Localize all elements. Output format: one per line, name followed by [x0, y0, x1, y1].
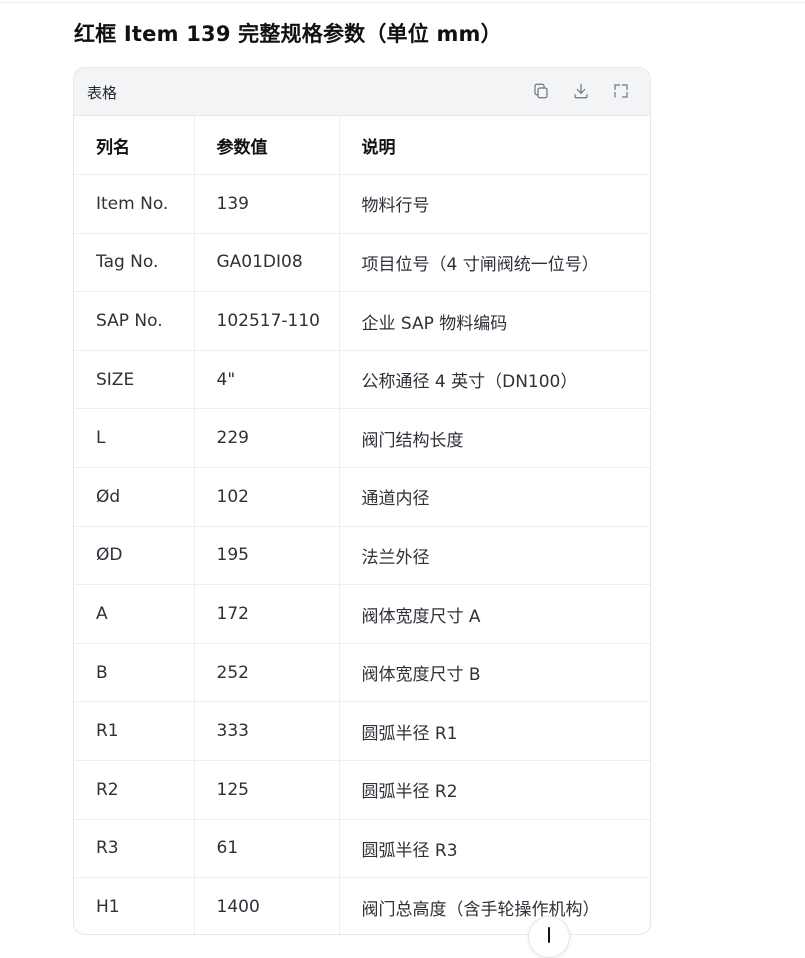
spec-table: 列名 参数值 说明 Item No. 139 物料行号 Tag No. GA01… — [74, 116, 650, 934]
table-row: R3 61 圆弧半径 R3 — [74, 819, 650, 879]
column-header-description: 说明 — [339, 116, 650, 176]
download-button[interactable] — [570, 80, 592, 102]
top-divider — [0, 2, 805, 3]
cell-description: 阀体宽度尺寸 A — [339, 584, 650, 644]
cell-description: 圆弧半径 R1 — [339, 701, 650, 762]
copy-icon — [534, 83, 548, 99]
table-toolbar — [530, 80, 632, 102]
table-row: Ød 102 通道内径 — [74, 467, 650, 527]
cell-name: A — [74, 584, 195, 644]
cell-description: 公称通径 4 英寸（DN100） — [339, 350, 650, 410]
download-icon — [574, 83, 588, 99]
table-header-row: 列名 参数值 说明 — [74, 116, 650, 176]
copy-button[interactable] — [530, 80, 552, 102]
column-header-value: 参数值 — [194, 116, 340, 176]
cell-description: 阀门总高度（含手轮操作机构） — [361, 899, 600, 920]
cell-value: 1400 — [194, 877, 340, 934]
cell-name: SAP No. — [74, 291, 195, 351]
table-row: B 252 阀体宽度尺寸 B — [74, 643, 650, 703]
cell-name: Tag No. — [74, 233, 195, 293]
cell-description: 通道内径 — [339, 467, 650, 527]
table-row: SAP No. 102517-110 企业 SAP 物料编码 — [74, 291, 650, 351]
cell-description: 圆弧半径 R2 — [339, 760, 650, 820]
table-row: Tag No. GA01DI08 项目位号（4 寸闸阀统一位号） — [74, 233, 650, 293]
cell-description: 项目位号（4 寸闸阀统一位号） — [339, 233, 650, 293]
cell-value: 102517-110 — [194, 291, 340, 351]
cell-value: 252 — [194, 643, 340, 703]
table-row: ØD 195 法兰外径 — [74, 526, 650, 586]
arrow-down-icon — [548, 927, 550, 943]
cell-name: H1 — [74, 877, 195, 934]
expand-button[interactable] — [610, 80, 632, 102]
table-row: R2 125 圆弧半径 R2 — [74, 760, 650, 820]
cell-name: ØD — [74, 526, 195, 586]
cell-value: GA01DI08 — [194, 233, 340, 293]
table-row: L 229 阀门结构长度 — [74, 408, 650, 469]
cell-description: 阀体宽度尺寸 B — [339, 643, 650, 703]
cell-name: SIZE — [74, 350, 195, 410]
scroll-to-bottom-button[interactable] — [528, 916, 570, 958]
cell-description: 企业 SAP 物料编码 — [339, 291, 650, 351]
cell-name: R3 — [74, 819, 195, 879]
cell-value: 125 — [194, 760, 340, 820]
table-card-header: 表格 — [74, 68, 650, 116]
cell-description: 圆弧半径 R3 — [339, 819, 650, 879]
cell-name: Ød — [74, 467, 195, 527]
cell-description: 阀门结构长度 — [339, 408, 650, 469]
cell-name: B — [74, 643, 195, 703]
table-card: 表格 列名 参数值 说明 Item No. 139 物料行号 Tag No. G… — [73, 67, 651, 935]
cell-description: 法兰外径 — [339, 526, 650, 586]
cell-description: 物料行号 — [339, 174, 650, 234]
cell-value: 195 — [194, 526, 340, 586]
page-title: 红框 Item 139 完整规格参数（单位 mm） — [74, 22, 502, 46]
cell-value: 172 — [194, 584, 340, 644]
cell-value: 229 — [194, 408, 340, 469]
cell-value: 102 — [194, 467, 340, 527]
cell-value: 139 — [194, 174, 340, 234]
cell-name: R2 — [74, 760, 195, 820]
column-header-name: 列名 — [74, 116, 195, 176]
expand-icon — [614, 84, 628, 98]
table-row: A 172 阀体宽度尺寸 A — [74, 584, 650, 644]
cell-name: L — [74, 408, 195, 469]
cell-value: 61 — [194, 819, 340, 879]
table-row: Item No. 139 物料行号 — [74, 174, 650, 234]
table-row: SIZE 4" 公称通径 4 英寸（DN100） — [74, 350, 650, 410]
cell-name: Item No. — [74, 174, 195, 234]
cell-name: R1 — [74, 701, 195, 762]
table-card-title: 表格 — [87, 84, 118, 102]
cell-value: 333 — [194, 701, 340, 762]
table-row: R1 333 圆弧半径 R1 — [74, 701, 650, 762]
cell-value: 4" — [194, 350, 340, 410]
